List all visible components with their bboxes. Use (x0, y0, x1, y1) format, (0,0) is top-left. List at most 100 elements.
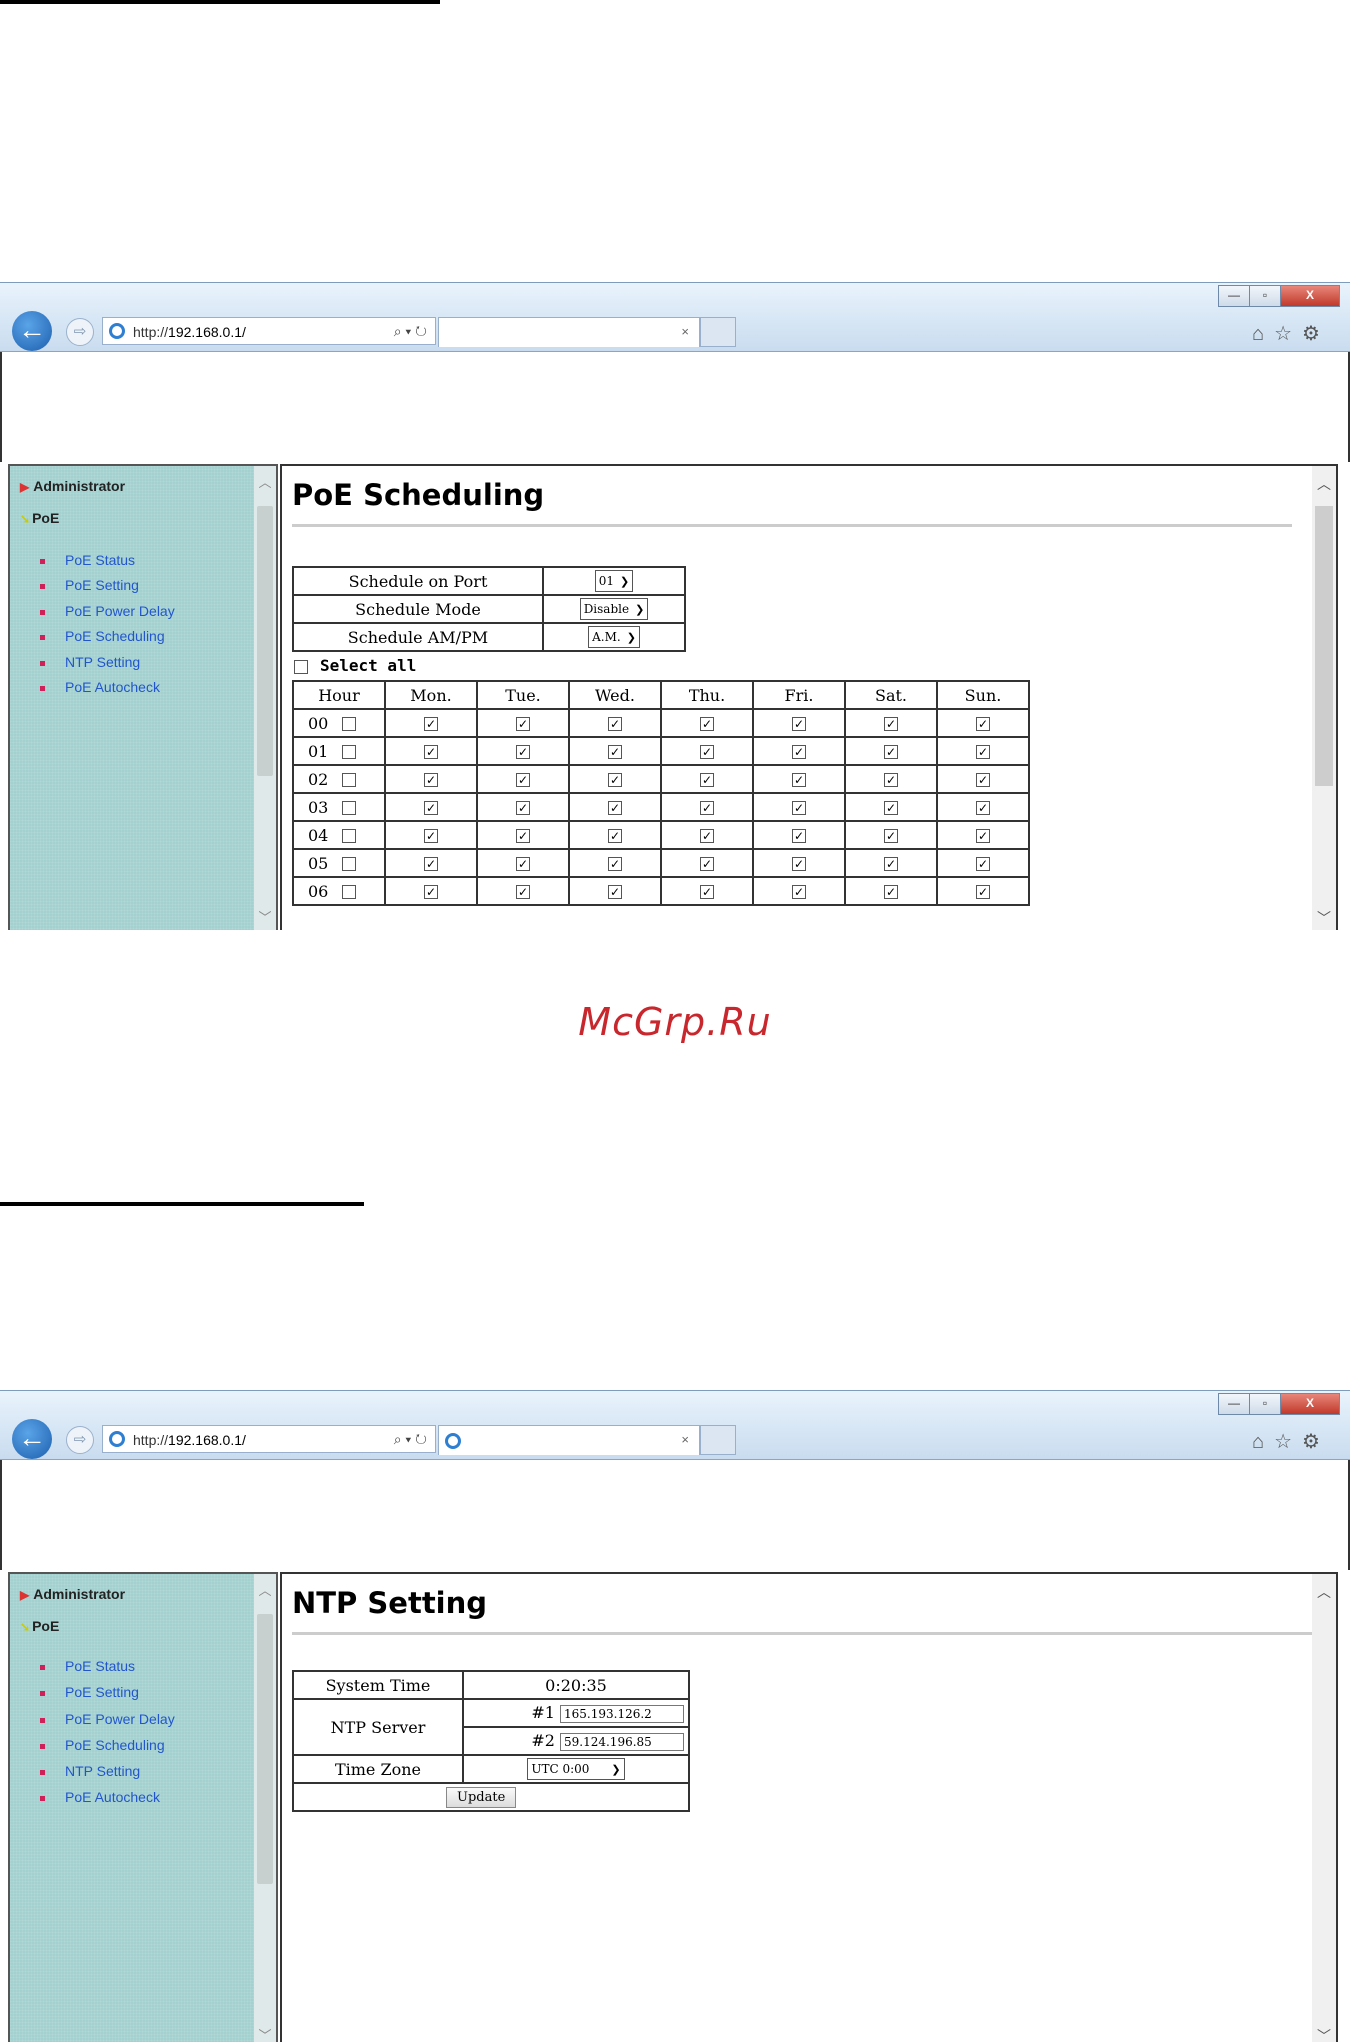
tab-close-icon[interactable]: × (681, 1432, 689, 1447)
nav-poe[interactable]: ➘ PoE (20, 510, 59, 526)
sidebar-item-poe-power-delay[interactable]: PoE Power Delay (40, 603, 175, 619)
day-checkbox[interactable]: ✓ (884, 857, 898, 871)
back-button[interactable]: ← (12, 311, 52, 351)
sidebar-scrollbar[interactable]: ︿ ﹀ (254, 1574, 276, 2042)
home-favorites-settings-icons[interactable]: ⌂☆⚙ (1252, 1429, 1330, 1454)
forward-button[interactable]: ⇨ (66, 1426, 94, 1454)
day-checkbox[interactable]: ✓ (700, 857, 714, 871)
hour-checkbox[interactable] (342, 801, 357, 815)
day-checkbox[interactable]: ✓ (424, 773, 438, 787)
day-checkbox[interactable]: ✓ (792, 857, 806, 871)
update-button[interactable]: Update (446, 1787, 517, 1808)
hour-checkbox[interactable] (342, 717, 357, 731)
day-checkbox[interactable]: ✓ (424, 829, 438, 843)
mode-select[interactable]: Disable ❯ (579, 598, 649, 620)
day-checkbox[interactable]: ✓ (792, 717, 806, 731)
day-checkbox[interactable]: ✓ (424, 717, 438, 731)
day-checkbox[interactable]: ✓ (516, 717, 530, 731)
day-checkbox[interactable]: ✓ (700, 801, 714, 815)
scrollbar-thumb[interactable] (257, 1614, 273, 1884)
day-checkbox[interactable]: ✓ (516, 773, 530, 787)
browser-tab[interactable]: × (438, 1425, 700, 1455)
tab-close-icon[interactable]: × (681, 324, 689, 339)
scrollbar-thumb[interactable] (1315, 506, 1333, 786)
day-checkbox[interactable]: ✓ (424, 801, 438, 815)
day-checkbox[interactable]: ✓ (608, 829, 622, 843)
day-checkbox[interactable]: ✓ (700, 829, 714, 843)
day-checkbox[interactable]: ✓ (608, 745, 622, 759)
day-checkbox[interactable]: ✓ (700, 773, 714, 787)
day-checkbox[interactable]: ✓ (976, 829, 990, 843)
day-checkbox[interactable]: ✓ (700, 885, 714, 899)
day-checkbox[interactable]: ✓ (608, 801, 622, 815)
day-checkbox[interactable]: ✓ (884, 885, 898, 899)
scroll-down-icon[interactable]: ﹀ (1312, 908, 1336, 928)
nav-administrator[interactable]: ▶ Administrator (20, 478, 125, 494)
scrollbar-thumb[interactable] (257, 506, 273, 776)
home-favorites-settings-icons[interactable]: ⌂☆⚙ (1252, 321, 1330, 346)
sidebar-scrollbar[interactable]: ︿ ﹀ (254, 466, 276, 930)
day-checkbox[interactable]: ✓ (608, 857, 622, 871)
day-checkbox[interactable]: ✓ (516, 857, 530, 871)
day-checkbox[interactable]: ✓ (884, 773, 898, 787)
day-checkbox[interactable]: ✓ (516, 885, 530, 899)
close-window-button[interactable]: X (1280, 1393, 1340, 1415)
nav-administrator[interactable]: ▶ Administrator (20, 1586, 125, 1602)
day-checkbox[interactable]: ✓ (884, 829, 898, 843)
sidebar-item-poe-scheduling[interactable]: PoE Scheduling (40, 628, 165, 644)
day-checkbox[interactable]: ✓ (884, 745, 898, 759)
hour-checkbox[interactable] (342, 829, 357, 843)
day-checkbox[interactable]: ✓ (608, 885, 622, 899)
day-checkbox[interactable]: ✓ (516, 745, 530, 759)
sidebar-item-poe-scheduling[interactable]: PoE Scheduling (40, 1737, 165, 1753)
back-button[interactable]: ← (12, 1419, 52, 1459)
day-checkbox[interactable]: ✓ (976, 745, 990, 759)
scroll-down-icon[interactable]: ﹀ (254, 2025, 276, 2042)
day-checkbox[interactable]: ✓ (884, 717, 898, 731)
hour-checkbox[interactable] (342, 773, 357, 787)
scroll-up-icon[interactable]: ︿ (254, 1580, 276, 1599)
browser-tab[interactable]: × (438, 317, 700, 347)
address-bar[interactable]: http://192.168.0.1/ ⌕ ▾ ↻ (102, 1425, 436, 1453)
sidebar-item-poe-autocheck[interactable]: PoE Autocheck (40, 679, 160, 695)
select-all-row[interactable]: Select all (294, 656, 416, 675)
scroll-down-icon[interactable]: ﹀ (1312, 2026, 1336, 2042)
day-checkbox[interactable]: ✓ (976, 773, 990, 787)
close-window-button[interactable]: X (1280, 285, 1340, 307)
search-refresh-icons[interactable]: ⌕ ▾ ↻ (394, 1431, 427, 1448)
hour-checkbox[interactable] (342, 885, 357, 899)
ntp-server2-input[interactable]: 59.124.196.85 (560, 1732, 684, 1751)
day-checkbox[interactable]: ✓ (700, 745, 714, 759)
day-checkbox[interactable]: ✓ (884, 801, 898, 815)
day-checkbox[interactable]: ✓ (976, 885, 990, 899)
day-checkbox[interactable]: ✓ (792, 773, 806, 787)
day-checkbox[interactable]: ✓ (976, 801, 990, 815)
sidebar-item-ntp-setting[interactable]: NTP Setting (40, 654, 140, 670)
sidebar-item-poe-autocheck[interactable]: PoE Autocheck (40, 1789, 160, 1805)
sidebar-item-poe-power-delay[interactable]: PoE Power Delay (40, 1711, 175, 1727)
minimize-button[interactable]: — (1218, 285, 1250, 307)
ntp-server1-input[interactable]: 165.193.126.2 (560, 1704, 684, 1723)
sidebar-item-ntp-setting[interactable]: NTP Setting (40, 1763, 140, 1779)
day-checkbox[interactable]: ✓ (792, 885, 806, 899)
sidebar-item-poe-setting[interactable]: PoE Setting (40, 1684, 139, 1700)
nav-poe[interactable]: ➘ PoE (20, 1618, 59, 1634)
day-checkbox[interactable]: ✓ (608, 717, 622, 731)
new-tab-button[interactable] (700, 1425, 736, 1455)
day-checkbox[interactable]: ✓ (792, 801, 806, 815)
maximize-button[interactable]: ▫ (1249, 1393, 1281, 1415)
new-tab-button[interactable] (700, 317, 736, 347)
day-checkbox[interactable]: ✓ (792, 745, 806, 759)
sidebar-item-poe-status[interactable]: PoE Status (40, 1658, 135, 1674)
day-checkbox[interactable]: ✓ (976, 717, 990, 731)
day-checkbox[interactable]: ✓ (424, 857, 438, 871)
ampm-select[interactable]: A.M. ❯ (588, 626, 640, 648)
select-all-checkbox[interactable] (294, 659, 308, 674)
scroll-down-icon[interactable]: ﹀ (254, 907, 276, 926)
scroll-up-icon[interactable]: ︿ (1312, 474, 1336, 494)
hour-checkbox[interactable] (342, 857, 357, 871)
content-scrollbar[interactable]: ︿ ﹀ (1312, 1574, 1336, 2042)
sidebar-item-poe-setting[interactable]: PoE Setting (40, 577, 139, 593)
time-zone-select[interactable]: UTC 0:00 ❯ (527, 1758, 625, 1780)
day-checkbox[interactable]: ✓ (424, 745, 438, 759)
